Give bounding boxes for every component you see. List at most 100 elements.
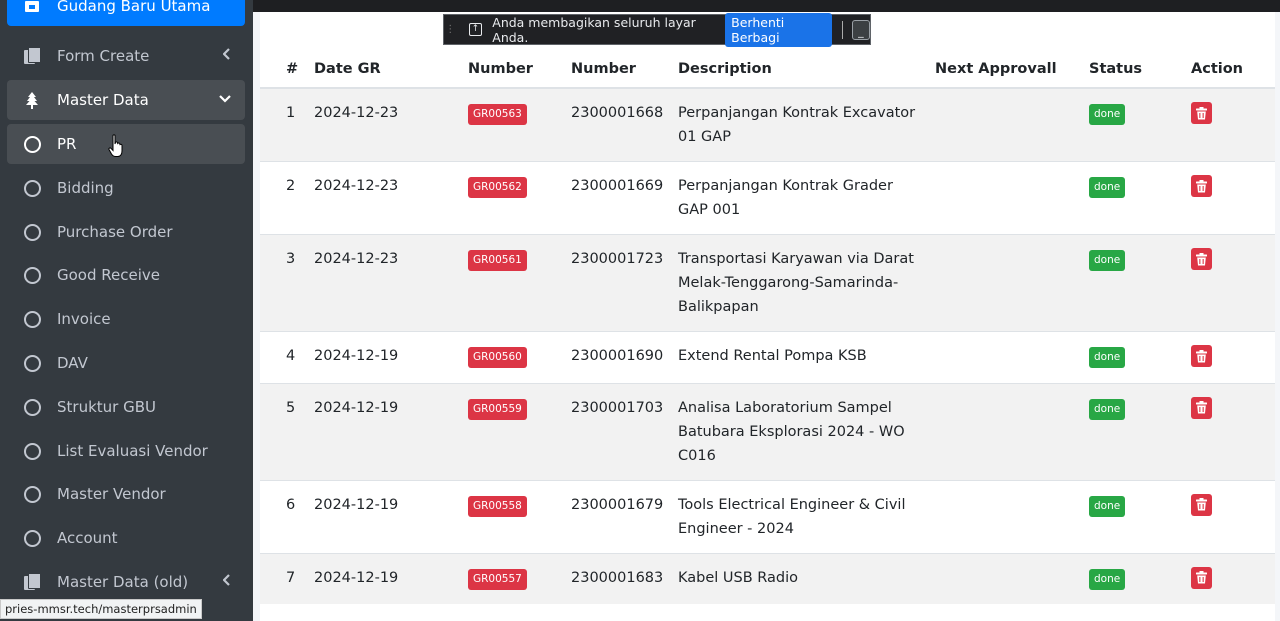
cell-gr-number: GR00558 <box>468 479 571 553</box>
gr-number-badge[interactable]: GR00557 <box>468 568 527 590</box>
trash-icon <box>1196 106 1207 119</box>
circle-icon <box>7 135 57 153</box>
good-receive-table-panel: # Date GR Number PO Number Description N… <box>260 12 1275 621</box>
delete-button[interactable] <box>1191 396 1212 419</box>
cell-po-number: 2300001690 <box>571 331 678 383</box>
sidebar-item-label: Master Data <box>57 91 149 109</box>
sidebar-item-master-vendor[interactable]: Master Vendor <box>7 474 245 514</box>
hide-share-bar-button[interactable]: _ <box>851 19 871 40</box>
status-badge: done <box>1089 177 1126 198</box>
cell-status: done <box>1089 87 1191 162</box>
description-line: Melak-Tenggarong-Samarinda- <box>678 275 899 291</box>
status-badge: done <box>1089 398 1126 420</box>
share-divider <box>841 20 843 39</box>
description-line: 01 GAP <box>678 129 731 145</box>
sidebar-item-master-data-old[interactable]: Master Data (old) <box>7 562 245 602</box>
cell-po-number: 2300001683 <box>571 552 678 604</box>
cell-next-approvall <box>935 331 1089 383</box>
sidebar-item-struktur-gbu[interactable]: Struktur GBU <box>7 387 245 427</box>
col-header-action[interactable]: Action <box>1191 12 1275 89</box>
col-header-status[interactable]: Status <box>1089 12 1191 89</box>
circle-icon <box>7 485 57 503</box>
description-line: Analisa Laboratorium Sampel <box>678 399 892 416</box>
description-line: Tools Electrical Engineer & Civil <box>678 496 906 513</box>
cell-description: Tools Electrical Engineer & Civil Enginee… <box>678 479 935 553</box>
sidebar-item-account[interactable]: Account <box>7 518 245 558</box>
sidebar-item-master-data[interactable]: Master Data <box>7 80 245 120</box>
col-header-num[interactable]: # <box>260 12 314 89</box>
gr-number-badge[interactable]: GR00563 <box>468 104 527 125</box>
gr-number-badge[interactable]: GR00558 <box>468 495 527 517</box>
cell-date-gr: 2024-12-19 <box>314 382 468 480</box>
delete-button[interactable] <box>1191 175 1212 197</box>
sidebar-item-bidding[interactable]: Bidding <box>7 168 245 208</box>
trash-icon <box>1196 498 1207 511</box>
col-header-po-bottom: Number <box>571 61 636 77</box>
cell-gr-number: GR00563 <box>468 87 571 162</box>
table-row: 7 2024-12-19 GR00557 2300001683 Kabel USB Ra… <box>260 552 1275 604</box>
cell-num: 4 <box>260 331 314 383</box>
cell-description: Transportasi Karyawan via Darat Melak-Ten… <box>678 234 935 332</box>
cell-description: Perpanjangan Kontrak Excavator 01 GAP <box>678 87 935 162</box>
cell-date-gr: 2024-12-23 <box>314 161 468 235</box>
cell-num: 6 <box>260 479 314 553</box>
description-line: Perpanjangan Kontrak Grader <box>678 178 893 194</box>
cell-next-approvall <box>935 382 1089 480</box>
sidebar-item-invoice[interactable]: Invoice <box>7 299 245 339</box>
status-badge: done <box>1089 250 1126 271</box>
trash-icon <box>1196 571 1207 584</box>
sidebar-item-list-evaluasi-vendor[interactable]: List Evaluasi Vendor <box>7 431 245 471</box>
sidebar-item-label: Gudang Baru Utama <box>57 0 211 15</box>
delete-button[interactable] <box>1191 102 1212 124</box>
trash-icon <box>1196 349 1207 362</box>
cell-next-approvall <box>935 234 1089 332</box>
circle-icon <box>7 398 57 416</box>
status-badge: done <box>1089 495 1126 517</box>
description-line: Batubara Eksplorasi 2024 - WO <box>678 423 905 440</box>
gr-number-badge[interactable]: GR00560 <box>468 347 527 368</box>
sidebar-item-label: Struktur GBU <box>57 398 156 416</box>
chevron-left-icon <box>222 574 231 590</box>
delete-button[interactable] <box>1191 566 1212 589</box>
gr-number-badge[interactable]: GR00561 <box>468 250 527 271</box>
sidebar-item-dav[interactable]: DAV <box>7 343 245 383</box>
circle-icon <box>7 179 57 197</box>
cell-po-number: 2300001703 <box>571 382 678 480</box>
sidebar-item-label: Purchase Order <box>57 223 173 241</box>
cell-num: 1 <box>260 87 314 162</box>
sidebar-item-label: Form Create <box>57 47 150 65</box>
gr-number-badge[interactable]: GR00559 <box>468 398 527 420</box>
sidebar-item-label: PR <box>57 135 77 153</box>
cell-po-number: 2300001669 <box>571 161 678 235</box>
cell-action <box>1191 382 1275 480</box>
drag-handle-icon[interactable]: ⋮ <box>444 15 457 44</box>
gr-number-badge[interactable]: GR00562 <box>468 177 527 198</box>
trash-icon <box>1196 179 1207 192</box>
share-message: Anda membagikan seluruh layar Anda. <box>492 14 696 45</box>
circle-icon <box>7 442 57 460</box>
sidebar-item-pr[interactable]: PR <box>7 124 245 164</box>
screen-share-bar: ⋮ ↑ Anda membagikan seluruh layar Anda. … <box>443 12 871 47</box>
description-line: Transportasi Karyawan via Darat <box>678 251 914 267</box>
table-row: 3 2024-12-23 GR00561 2300001723 Transportasi… <box>260 234 1275 332</box>
delete-button[interactable] <box>1191 248 1212 270</box>
delete-button[interactable] <box>1191 493 1212 516</box>
description-line: Perpanjangan Kontrak Excavator <box>678 105 916 121</box>
sidebar-item-gudang-baru-utama[interactable]: Gudang Baru Utama <box>7 0 245 26</box>
cell-description: Analisa Laboratorium Sampel Batubara Eksp… <box>678 382 935 480</box>
building-icon <box>7 0 57 13</box>
cell-date-gr: 2024-12-19 <box>314 479 468 553</box>
cell-next-approvall <box>935 552 1089 604</box>
delete-button[interactable] <box>1191 345 1212 367</box>
sidebar-item-label: Invoice <box>57 310 111 328</box>
cell-date-gr: 2024-12-23 <box>314 234 468 332</box>
sidebar-item-form-create[interactable]: Form Create <box>7 36 245 76</box>
description-line: GAP 001 <box>678 202 741 218</box>
table-row: 2 2024-12-23 GR00562 2300001669 Perpanjangan… <box>260 161 1275 235</box>
sidebar-item-purchase-order[interactable]: Purchase Order <box>7 212 245 252</box>
stop-sharing-button[interactable]: Berhenti Berbagi <box>725 12 832 47</box>
col-header-next-approvall[interactable]: Next Approvall <box>935 12 1089 89</box>
sidebar-item-good-receive[interactable]: Good Receive <box>7 255 245 295</box>
cell-num: 2 <box>260 161 314 235</box>
cell-date-gr: 2024-12-19 <box>314 331 468 383</box>
